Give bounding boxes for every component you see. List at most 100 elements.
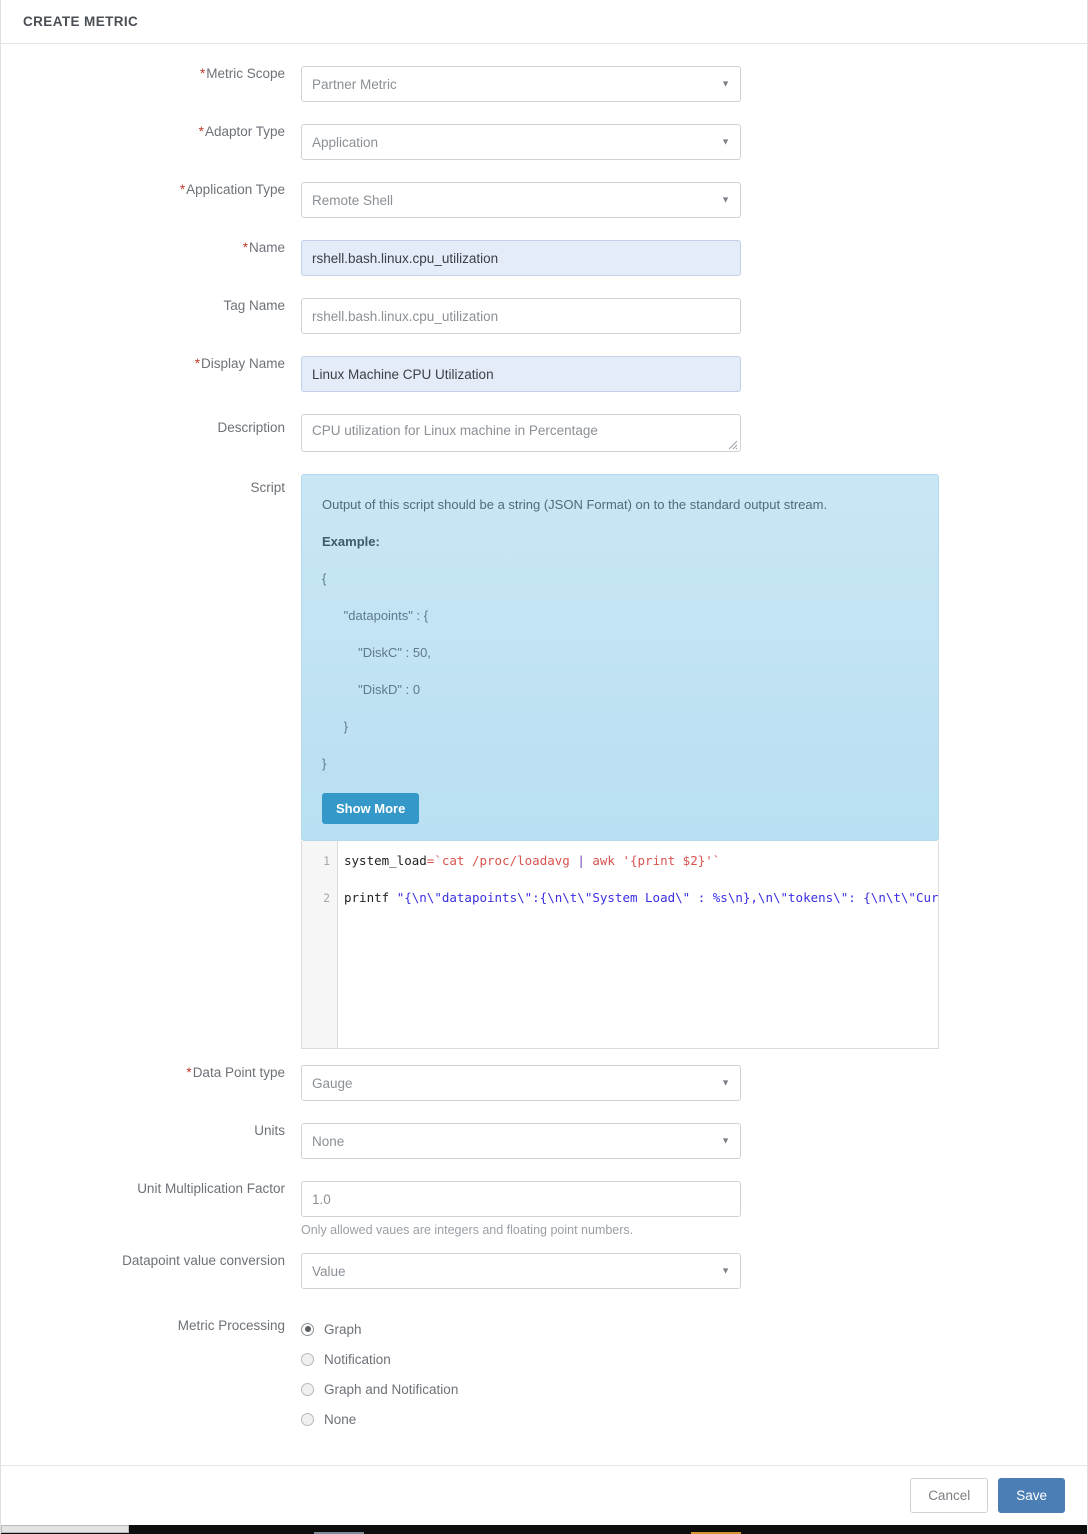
field-row-script: Script Output of this script should be a… bbox=[1, 474, 1087, 1049]
unit-multiplication-factor-value: 1.0 bbox=[312, 1191, 331, 1207]
metric-processing-radio-group: Graph Notification Graph and Notificatio… bbox=[301, 1311, 1087, 1434]
label-unit-multiplication-factor: Unit Multiplication Factor bbox=[137, 1181, 285, 1196]
field-row-adaptor-type: *Adaptor Type Application ▼ bbox=[1, 124, 1087, 160]
chevron-down-icon: ▼ bbox=[721, 1265, 730, 1276]
resize-handle-icon[interactable] bbox=[728, 440, 738, 450]
page-title: CREATE METRIC bbox=[23, 14, 139, 29]
label-script: Script bbox=[250, 480, 285, 495]
datapoint-value-conversion-select[interactable]: Value ▼ bbox=[301, 1253, 741, 1289]
description-textarea[interactable]: CPU utilization for Linux machine in Per… bbox=[301, 414, 741, 452]
display-name-value: Linux Machine CPU Utilization bbox=[312, 366, 494, 382]
label-description: Description bbox=[217, 420, 285, 435]
script-example-line: } bbox=[322, 719, 349, 734]
script-example-label: Example: bbox=[322, 534, 380, 549]
field-row-metric-processing: Metric Processing Graph Notification Gra… bbox=[1, 1311, 1087, 1434]
radio-label: None bbox=[324, 1411, 357, 1427]
tag-name-value: rshell.bash.linux.cpu_utilization bbox=[312, 308, 499, 324]
save-button[interactable]: Save bbox=[998, 1478, 1065, 1513]
script-example-line: } bbox=[322, 756, 327, 771]
label-tag-name: Tag Name bbox=[223, 298, 285, 313]
label-display-name: *Display Name bbox=[194, 356, 285, 371]
required-marker: * bbox=[242, 240, 248, 255]
field-row-metric-scope: *Metric Scope Partner Metric ▼ bbox=[1, 66, 1087, 102]
adaptor-type-select[interactable]: Application ▼ bbox=[301, 124, 741, 160]
label-metric-processing: Metric Processing bbox=[177, 1318, 285, 1333]
label-application-type: *Application Type bbox=[179, 182, 285, 197]
unit-multiplication-factor-input[interactable]: 1.0 bbox=[301, 1181, 741, 1217]
units-value: None bbox=[312, 1133, 345, 1149]
required-marker: * bbox=[198, 124, 204, 139]
create-metric-page: CREATE METRIC *Metric Scope Partner Metr… bbox=[0, 0, 1088, 1534]
chevron-down-icon: ▼ bbox=[721, 1135, 730, 1146]
radio-button-icon[interactable] bbox=[301, 1382, 314, 1396]
metric-scope-value: Partner Metric bbox=[312, 76, 397, 92]
script-code-editor[interactable]: 1 2 system_load=`cat /proc/loadavg | awk… bbox=[301, 841, 939, 1049]
script-example-line: { bbox=[322, 571, 327, 586]
script-example-line: "datapoints" : { bbox=[322, 608, 429, 623]
scrollbar-thumb[interactable] bbox=[1, 1525, 129, 1533]
field-row-application-type: *Application Type Remote Shell ▼ bbox=[1, 182, 1087, 218]
field-row-datapoint-value-conversion: Datapoint value conversion Value ▼ bbox=[1, 1253, 1087, 1289]
show-more-button[interactable]: Show More bbox=[322, 793, 420, 824]
horizontal-scrollbar[interactable] bbox=[1, 1525, 1087, 1534]
units-select[interactable]: None ▼ bbox=[301, 1123, 741, 1159]
radio-option-none[interactable]: None bbox=[301, 1404, 1087, 1434]
chevron-down-icon: ▼ bbox=[721, 1077, 730, 1088]
required-marker: * bbox=[186, 1065, 192, 1080]
label-metric-scope: *Metric Scope bbox=[199, 66, 285, 81]
required-marker: * bbox=[199, 66, 206, 81]
chevron-down-icon: ▼ bbox=[721, 136, 730, 147]
data-point-type-select[interactable]: Gauge ▼ bbox=[301, 1065, 741, 1101]
form-footer: Cancel Save bbox=[1, 1465, 1087, 1525]
metric-scope-select[interactable]: Partner Metric ▼ bbox=[301, 66, 741, 102]
field-row-unit-multiplication-factor: Unit Multiplication Factor 1.0 Only allo… bbox=[1, 1181, 1087, 1237]
required-marker: * bbox=[194, 356, 200, 371]
code-line-2: printf "{\n\"datapoints\":{\n\t\"System … bbox=[344, 890, 938, 905]
radio-button-icon[interactable] bbox=[301, 1412, 314, 1426]
editor-gutter: 1 2 bbox=[302, 841, 338, 1048]
display-name-input[interactable]: Linux Machine CPU Utilization bbox=[301, 356, 741, 392]
script-example-line: "DiskC" : 50, bbox=[322, 645, 431, 660]
line-number: 2 bbox=[323, 891, 330, 905]
script-intro-text: Output of this script should be a string… bbox=[322, 497, 828, 512]
create-metric-form: *Metric Scope Partner Metric ▼ *Adaptor … bbox=[1, 44, 1087, 1472]
field-row-units: Units None ▼ bbox=[1, 1123, 1087, 1159]
application-type-select[interactable]: Remote Shell ▼ bbox=[301, 182, 741, 218]
radio-button-icon[interactable] bbox=[301, 1322, 314, 1336]
unit-multiplication-factor-helper-text: Only allowed vaues are integers and floa… bbox=[301, 1223, 634, 1237]
datapoint-value-conversion-value: Value bbox=[312, 1263, 346, 1279]
name-value: rshell.bash.linux.cpu_utilization bbox=[312, 250, 499, 266]
required-marker: * bbox=[179, 182, 186, 197]
description-value: CPU utilization for Linux machine in Per… bbox=[312, 423, 598, 438]
name-input[interactable]: rshell.bash.linux.cpu_utilization bbox=[301, 240, 741, 276]
script-info-panel: Output of this script should be a string… bbox=[301, 474, 939, 841]
line-number: 1 bbox=[323, 854, 330, 868]
script-example-line: "DiskD" : 0 bbox=[322, 682, 421, 697]
data-point-type-value: Gauge bbox=[312, 1075, 353, 1091]
label-adaptor-type: *Adaptor Type bbox=[198, 124, 285, 139]
radio-option-graph-and-notification[interactable]: Graph and Notification bbox=[301, 1374, 1087, 1404]
radio-button-icon[interactable] bbox=[301, 1352, 314, 1366]
label-units: Units bbox=[254, 1123, 285, 1138]
radio-label: Graph and Notification bbox=[324, 1381, 459, 1397]
label-datapoint-value-conversion: Datapoint value conversion bbox=[122, 1253, 285, 1268]
chevron-down-icon: ▼ bbox=[721, 194, 730, 205]
chevron-down-icon: ▼ bbox=[721, 78, 730, 89]
label-name: *Name bbox=[242, 240, 285, 255]
radio-option-notification[interactable]: Notification bbox=[301, 1344, 1087, 1374]
field-row-tag-name: Tag Name rshell.bash.linux.cpu_utilizati… bbox=[1, 298, 1087, 334]
tag-name-input[interactable]: rshell.bash.linux.cpu_utilization bbox=[301, 298, 741, 334]
radio-label: Graph bbox=[324, 1321, 362, 1337]
editor-code-area[interactable]: system_load=`cat /proc/loadavg | awk '{p… bbox=[338, 841, 938, 1048]
radio-option-graph[interactable]: Graph bbox=[301, 1314, 1087, 1344]
field-row-display-name: *Display Name Linux Machine CPU Utilizat… bbox=[1, 356, 1087, 392]
label-data-point-type: *Data Point type bbox=[186, 1065, 285, 1080]
adaptor-type-value: Application bbox=[312, 134, 379, 150]
code-line-1: system_load=`cat /proc/loadavg | awk '{p… bbox=[344, 853, 721, 868]
cancel-button[interactable]: Cancel bbox=[910, 1478, 989, 1513]
radio-label: Notification bbox=[324, 1351, 391, 1367]
field-row-data-point-type: *Data Point type Gauge ▼ bbox=[1, 1065, 1087, 1101]
field-row-description: Description CPU utilization for Linux ma… bbox=[1, 414, 1087, 452]
application-type-value: Remote Shell bbox=[312, 192, 394, 208]
page-header: CREATE METRIC bbox=[1, 0, 1087, 44]
